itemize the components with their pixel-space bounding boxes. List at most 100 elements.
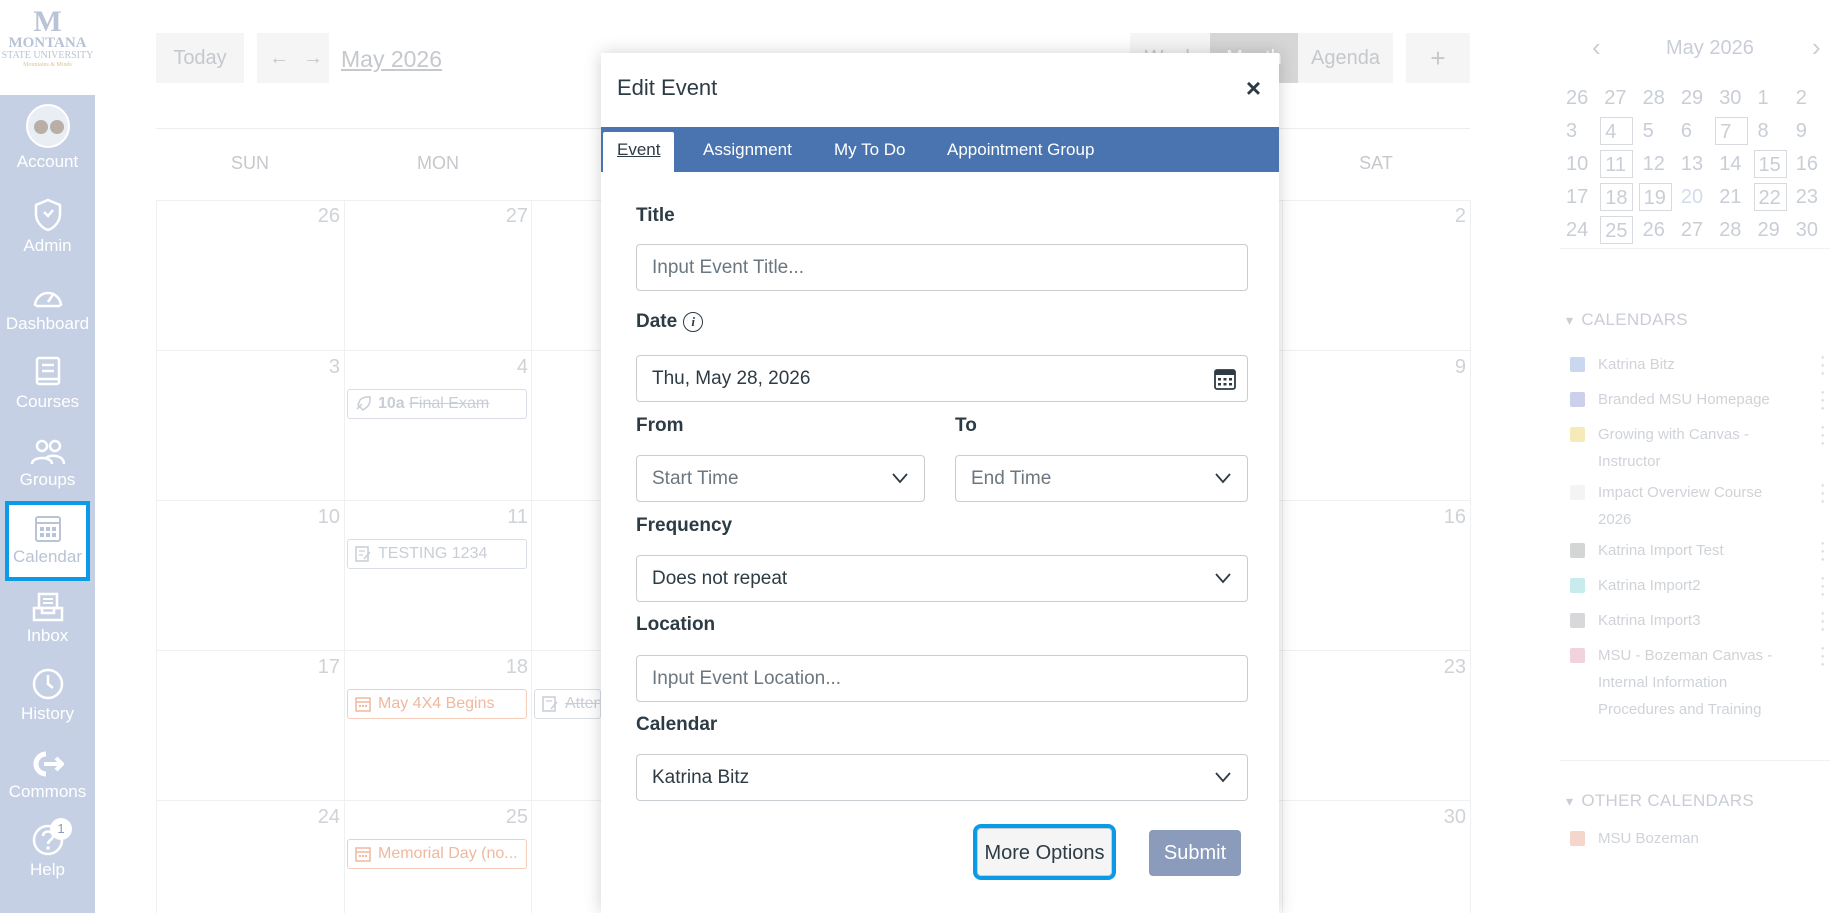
calendar-list-item[interactable]: Branded MSU Homepage · · ·	[1570, 382, 1826, 418]
day-number[interactable]: 25	[498, 806, 528, 829]
mini-calendar-day[interactable]: 14	[1715, 150, 1751, 178]
day-number[interactable]: 2	[1436, 205, 1466, 228]
day-number[interactable]: 27	[498, 205, 528, 228]
day-number[interactable]: 30	[1436, 806, 1466, 829]
mini-calendar-day[interactable]: 15	[1753, 150, 1787, 178]
calendar-options-icon[interactable]: · · ·	[1819, 417, 1826, 453]
day-number[interactable]: 17	[310, 656, 340, 679]
day-number[interactable]: 18	[498, 656, 528, 679]
mini-calendar-day[interactable]: 30	[1715, 84, 1751, 112]
mini-calendar-day[interactable]: 13	[1677, 150, 1713, 178]
calendar-list-item[interactable]: Katrina Import Test · · ·	[1570, 533, 1826, 569]
nav-groups[interactable]: Groups	[0, 424, 95, 502]
nav-help[interactable]: Help 1	[0, 814, 95, 892]
mini-calendar-day[interactable]: 28	[1639, 84, 1675, 112]
day-number[interactable]: 24	[310, 806, 340, 829]
day-number[interactable]: 3	[310, 356, 340, 379]
calendar-color-swatch[interactable]	[1570, 578, 1585, 593]
calendar-color-swatch[interactable]	[1570, 831, 1585, 846]
calendar-options-icon[interactable]: · · ·	[1819, 603, 1826, 639]
mini-calendar-day[interactable]: 3	[1562, 117, 1598, 145]
calendar-event[interactable]: Memorial Day (no...	[347, 839, 527, 869]
calendar-color-swatch[interactable]	[1570, 357, 1585, 372]
mini-calendar-day[interactable]: 26	[1639, 216, 1675, 244]
mini-calendar-day[interactable]: 25	[1600, 216, 1634, 244]
view-agenda-button[interactable]: Agenda	[1298, 33, 1393, 83]
submit-button[interactable]: Submit	[1149, 830, 1241, 876]
calendar-options-icon[interactable]: · · ·	[1819, 347, 1826, 383]
event-date-input[interactable]: Thu, May 28, 2026	[636, 355, 1248, 402]
calendar-event[interactable]: May 4X4 Begins	[347, 689, 527, 719]
calendar-event[interactable]: 10a Final Exam	[347, 389, 527, 419]
nav-history[interactable]: History	[0, 658, 95, 736]
frequency-select[interactable]: Does not repeat	[636, 555, 1248, 602]
nav-calendar[interactable]: Calendar	[5, 501, 90, 581]
mini-calendar-day[interactable]: 20	[1676, 183, 1713, 211]
calendar-color-swatch[interactable]	[1570, 392, 1585, 407]
mini-calendar-day[interactable]: 1	[1754, 84, 1790, 112]
mini-calendar-day[interactable]: 17	[1562, 183, 1598, 211]
calendars-section-toggle[interactable]: CALENDARS	[1566, 310, 1688, 330]
mini-calendar-day[interactable]: 7	[1715, 117, 1749, 145]
mini-calendar-day[interactable]: 27	[1600, 84, 1636, 112]
mini-calendar-day[interactable]: 5	[1639, 117, 1675, 145]
calendar-list-item[interactable]: MSU - Bozeman Canvas - Internal Informat…	[1570, 638, 1826, 723]
day-number[interactable]: 11	[498, 506, 528, 529]
mini-calendar-day[interactable]: 2	[1792, 84, 1828, 112]
calendar-picker-icon[interactable]	[1213, 367, 1237, 391]
more-options-button[interactable]: More Options	[973, 824, 1116, 880]
mini-calendar-day[interactable]: 12	[1639, 150, 1675, 178]
day-number[interactable]: 16	[1436, 506, 1466, 529]
day-number[interactable]: 9	[1436, 356, 1466, 379]
msu-logo[interactable]: M MONTANA STATE UNIVERSITY Mountains & M…	[0, 0, 95, 95]
today-button[interactable]: Today	[156, 33, 244, 83]
nav-courses[interactable]: Courses	[0, 346, 95, 424]
day-number[interactable]: 10	[310, 506, 340, 529]
mini-calendar-day[interactable]: 8	[1754, 117, 1790, 145]
mini-calendar-day[interactable]: 16	[1792, 150, 1828, 178]
tab-event[interactable]: Event	[603, 132, 675, 172]
mini-calendar-day[interactable]: 30	[1792, 216, 1828, 244]
calendar-options-icon[interactable]: · · ·	[1819, 638, 1826, 674]
mini-calendar-day[interactable]: 9	[1792, 117, 1828, 145]
calendar-options-icon[interactable]: · · ·	[1819, 533, 1826, 569]
day-number[interactable]: 4	[498, 356, 528, 379]
calendar-options-icon[interactable]: · · ·	[1819, 568, 1826, 604]
calendar-color-swatch[interactable]	[1570, 543, 1585, 558]
event-location-input[interactable]	[636, 655, 1248, 702]
mini-calendar-next-icon[interactable]: ›	[1812, 32, 1821, 63]
day-number[interactable]: 23	[1436, 656, 1466, 679]
mini-calendar-day[interactable]: 28	[1715, 216, 1751, 244]
end-time-select[interactable]: End Time	[955, 455, 1248, 502]
mini-calendar-prev-icon[interactable]: ‹	[1592, 32, 1601, 63]
add-event-button[interactable]: +	[1406, 33, 1470, 83]
mini-calendar-day[interactable]: 29	[1754, 216, 1790, 244]
calendar-list-item[interactable]: Katrina Import3 · · ·	[1570, 603, 1826, 639]
mini-calendar-day[interactable]: 21	[1715, 183, 1751, 211]
calendar-color-swatch[interactable]	[1570, 648, 1585, 663]
calendar-color-swatch[interactable]	[1570, 485, 1585, 500]
tab-assignment[interactable]: Assignment	[689, 127, 806, 172]
mini-calendar-day[interactable]: 10	[1562, 150, 1598, 178]
prev-arrow-icon[interactable]: ←	[269, 47, 303, 69]
mini-calendar-day[interactable]: 11	[1600, 150, 1634, 178]
mini-calendar-day[interactable]: 23	[1792, 183, 1828, 211]
mini-calendar-day[interactable]: 6	[1677, 117, 1713, 145]
nav-inbox[interactable]: Inbox	[0, 580, 95, 658]
calendar-options-icon[interactable]: · · ·	[1819, 475, 1826, 511]
mini-calendar-day[interactable]: 18	[1600, 183, 1634, 211]
mini-calendar-day[interactable]: 26	[1562, 84, 1598, 112]
nav-commons[interactable]: Commons	[0, 736, 95, 814]
event-title-input[interactable]	[636, 244, 1248, 291]
calendar-list-item[interactable]: Katrina Bitz · · ·	[1570, 347, 1826, 383]
nav-dashboard[interactable]: Dashboard	[0, 268, 95, 346]
tab-appointment-group[interactable]: Appointment Group	[933, 127, 1108, 172]
current-month-link[interactable]: May 2026	[341, 46, 442, 73]
other-calendars-section-toggle[interactable]: OTHER CALENDARS	[1566, 791, 1754, 811]
mini-calendar-day[interactable]: 24	[1562, 216, 1598, 244]
mini-calendar-day[interactable]: 19	[1638, 183, 1672, 211]
nav-admin[interactable]: Admin	[0, 190, 95, 268]
calendar-list-item[interactable]: Impact Overview Course 2026 · · ·	[1570, 475, 1826, 533]
calendar-list-item[interactable]: Growing with Canvas - Instructor · · ·	[1570, 417, 1826, 475]
calendar-color-swatch[interactable]	[1570, 613, 1585, 628]
